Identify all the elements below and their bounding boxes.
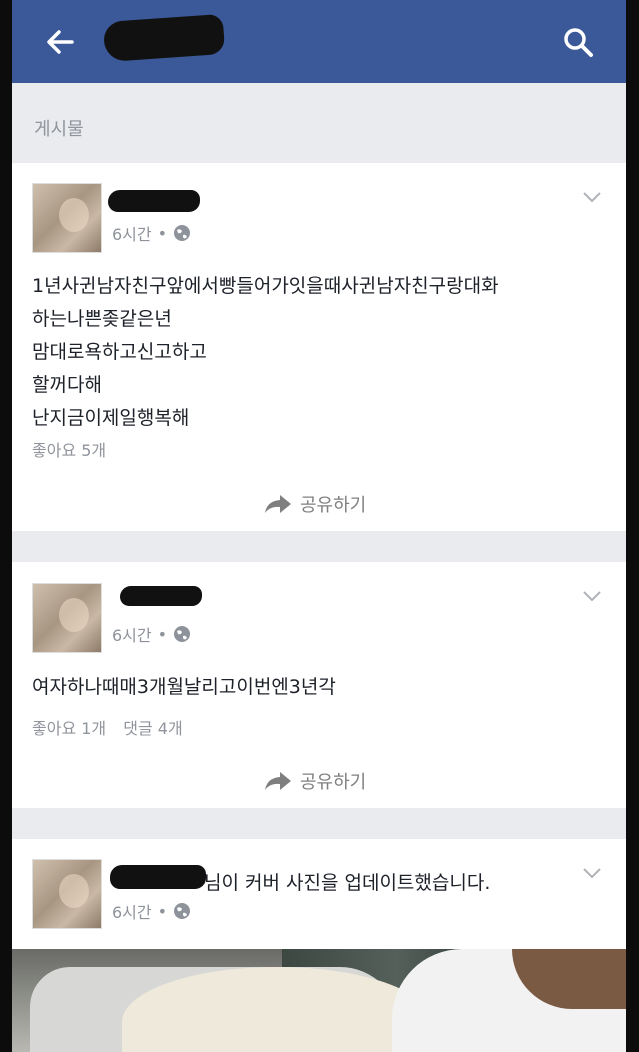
- post-time[interactable]: 6시간: [112, 622, 152, 646]
- post-meta: 6시간 •: [112, 899, 191, 923]
- post-time[interactable]: 6시간: [112, 221, 152, 245]
- post-text-line: 하는나쁜좆같은년: [32, 308, 172, 330]
- post-text: 1년사귄남자친구앞에서빵들어가잇을때사귄남자친구랑대화 하는나쁜좆같은년 맘대로…: [32, 270, 606, 435]
- avatar[interactable]: [32, 183, 102, 253]
- post-text-line: 맘대로욕하고신고하고: [32, 341, 207, 363]
- comment-count[interactable]: 댓글 4개: [123, 719, 182, 738]
- chevron-down-icon[interactable]: [582, 588, 602, 602]
- post-card: 님이 커버 사진을 업데이트했습니다. 6시간 •: [12, 839, 626, 949]
- meta-separator: •: [157, 223, 168, 243]
- globe-icon: [173, 224, 191, 242]
- reaction-summary[interactable]: 좋아요 1개 댓글 4개: [32, 715, 183, 739]
- post-meta: 6시간 •: [112, 221, 191, 245]
- post-text-line: 난지금이제일행복해: [32, 407, 190, 429]
- share-label: 공유하기: [300, 772, 367, 793]
- app-screen: 게시물 6시간 • 1년사귄남자친구앞에서빵들어가잇을때사귄남자친구랑대화 하는…: [12, 0, 626, 1052]
- top-bar: [12, 0, 626, 83]
- share-button[interactable]: 공유하기: [264, 768, 366, 794]
- avatar[interactable]: [32, 583, 102, 653]
- cover-update-text: 님이 커버 사진을 업데이트했습니다.: [204, 872, 491, 894]
- chevron-down-icon[interactable]: [582, 189, 602, 203]
- chevron-down-icon[interactable]: [582, 865, 602, 879]
- share-arrow-icon: [264, 494, 292, 514]
- share-label: 공유하기: [300, 495, 367, 516]
- post-text-line: 여자하나때매3개월날리고이번엔3년각: [32, 676, 336, 698]
- post-meta: 6시간 •: [112, 622, 191, 646]
- share-arrow-icon: [264, 771, 292, 791]
- meta-separator: •: [157, 624, 168, 644]
- like-count[interactable]: 좋아요 5개: [32, 441, 106, 460]
- back-arrow-icon[interactable]: [42, 24, 78, 60]
- reaction-summary[interactable]: 좋아요 5개: [32, 437, 106, 461]
- post-text-line: 1년사귄남자친구앞에서빵들어가잇을때사귄남자친구랑대화: [32, 275, 499, 297]
- meta-separator: •: [157, 901, 168, 921]
- globe-icon: [173, 625, 191, 643]
- post-time[interactable]: 6시간: [112, 899, 152, 923]
- author-name-redacted[interactable]: [110, 865, 206, 889]
- like-count[interactable]: 좋아요 1개: [32, 719, 106, 738]
- post-card: 6시간 • 1년사귄남자친구앞에서빵들어가잇을때사귄남자친구랑대화 하는나쁜좆같…: [12, 163, 626, 531]
- post-text-line: 할꺼다해: [32, 374, 102, 396]
- globe-icon: [173, 902, 191, 920]
- posts-section-header: 게시물: [12, 83, 626, 162]
- share-button[interactable]: 공유하기: [264, 491, 366, 517]
- author-name-redacted[interactable]: [108, 190, 200, 212]
- cover-photo[interactable]: [12, 949, 626, 1052]
- avatar[interactable]: [32, 859, 102, 929]
- search-icon[interactable]: [560, 24, 596, 60]
- post-text: 여자하나때매3개월날리고이번엔3년각: [32, 671, 606, 704]
- post-card: 6시간 • 여자하나때매3개월날리고이번엔3년각 좋아요 1개 댓글 4개 공유…: [12, 562, 626, 808]
- section-title: 게시물: [34, 119, 84, 140]
- author-name-redacted[interactable]: [120, 586, 202, 606]
- profile-name-redacted: [102, 13, 226, 63]
